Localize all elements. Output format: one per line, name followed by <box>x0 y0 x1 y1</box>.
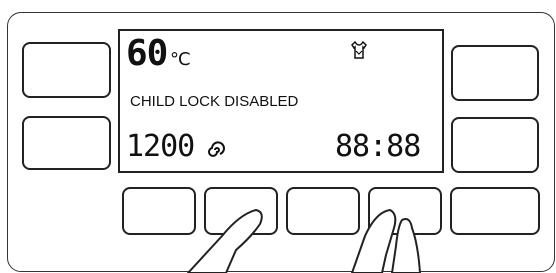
time-readout: 88:88 <box>335 129 421 164</box>
left-top-button[interactable] <box>22 42 111 98</box>
spin-icon <box>208 141 225 157</box>
bottom-button-4[interactable] <box>368 187 442 235</box>
bottom-button-5[interactable] <box>450 187 540 235</box>
spin-speed-readout: 1200 <box>126 129 195 164</box>
shirt-icon <box>351 40 367 59</box>
bottom-button-1[interactable] <box>122 187 196 235</box>
child-lock-message: CHILD LOCK DISABLED <box>130 93 299 110</box>
temperature-unit: °C <box>170 49 191 70</box>
temperature-readout: 60 <box>126 33 168 74</box>
lcd-display: 60 °C CHILD LOCK DISABLED 1200 88:88 <box>118 29 444 173</box>
left-bottom-button[interactable] <box>22 116 111 170</box>
bottom-button-3[interactable] <box>286 187 360 235</box>
right-top-button[interactable] <box>451 45 539 101</box>
right-bottom-button[interactable] <box>451 117 539 173</box>
bottom-button-2[interactable] <box>204 187 278 235</box>
